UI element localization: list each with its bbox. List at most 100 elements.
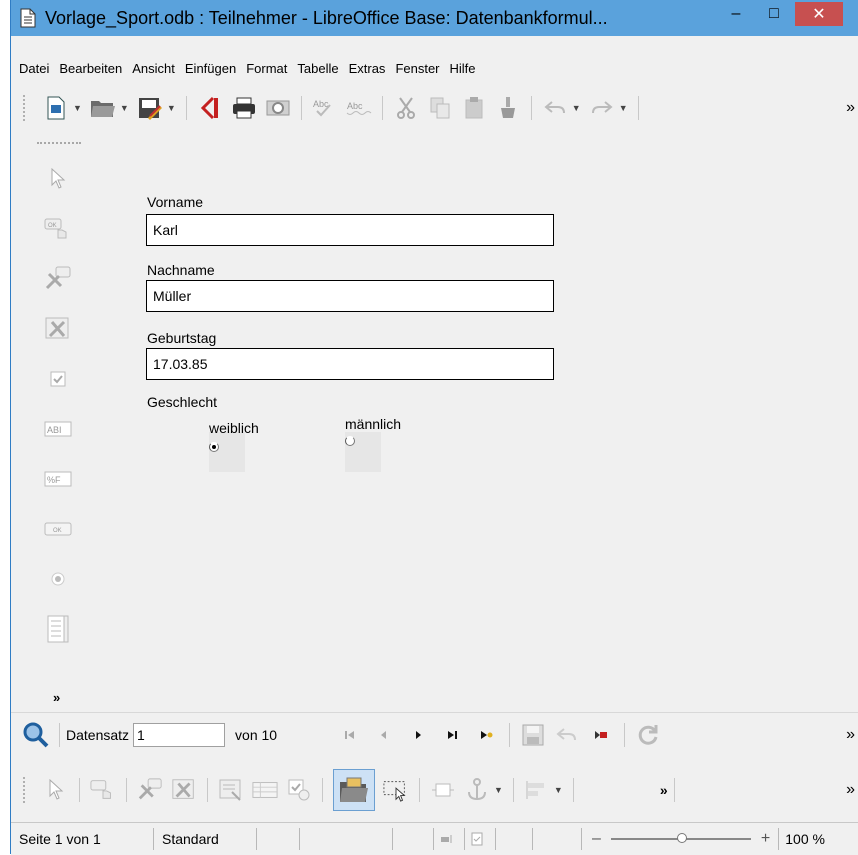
close-button[interactable]: ✕ [795, 2, 843, 26]
form-navigator-icon[interactable] [218, 777, 244, 803]
autospellcheck-icon[interactable]: Abc [346, 95, 372, 121]
add-field-icon[interactable] [252, 777, 278, 803]
paste-icon[interactable] [461, 95, 487, 121]
menu-datei[interactable]: Datei [19, 61, 49, 76]
menu-hilfe[interactable]: Hilfe [450, 61, 476, 76]
menu-einfuegen[interactable]: Einfügen [185, 61, 236, 76]
text-box-control-icon[interactable]: ABI [43, 414, 73, 444]
navbar-overflow-button[interactable]: » [846, 726, 855, 744]
zoom-in-button[interactable]: + [761, 830, 770, 848]
first-record-icon[interactable] [337, 722, 363, 748]
toolbar-grip[interactable] [37, 142, 81, 148]
menu-tabelle[interactable]: Tabelle [297, 61, 338, 76]
svg-text:OK: OK [53, 528, 62, 534]
control-properties-icon[interactable] [43, 264, 73, 294]
last-record-icon[interactable] [439, 722, 465, 748]
toolbar-overflow-button[interactable]: » [846, 99, 855, 117]
automatic-control-focus-icon[interactable] [383, 777, 409, 803]
document-modified-icon [465, 828, 496, 850]
list-box-control-icon[interactable] [43, 614, 73, 644]
print-preview-icon[interactable] [265, 95, 291, 121]
activation-order-icon[interactable] [286, 777, 312, 803]
page-style-status[interactable]: Standard [154, 828, 257, 850]
radio-weiblich-area[interactable] [209, 432, 245, 472]
control-properties-icon[interactable] [137, 777, 163, 803]
undo-dropdown-icon[interactable]: ▼ [572, 103, 581, 113]
layout-icon[interactable] [434, 828, 465, 850]
export-pdf-icon[interactable] [197, 95, 223, 121]
previous-record-icon[interactable] [371, 722, 397, 748]
open-folder-icon[interactable] [90, 95, 116, 121]
copy-icon[interactable] [427, 95, 453, 121]
leftbar-overflow-button[interactable]: » [53, 690, 60, 705]
new-document-icon[interactable] [43, 95, 69, 121]
geburtstag-label: Geburtstag [147, 330, 217, 346]
menu-ansicht[interactable]: Ansicht [132, 61, 175, 76]
clone-formatting-icon[interactable] [495, 95, 521, 121]
select-pointer-icon[interactable] [43, 164, 73, 194]
save-record-icon[interactable] [520, 722, 546, 748]
checkbox-control-icon[interactable] [43, 364, 73, 394]
menu-format[interactable]: Format [246, 61, 287, 76]
geschlecht-label: Geschlecht [147, 394, 218, 410]
undo-record-icon[interactable] [554, 722, 580, 748]
cut-icon[interactable] [393, 95, 419, 121]
form-toolbar-more-button[interactable]: » [846, 781, 855, 799]
zoom-track[interactable] [610, 833, 751, 843]
zoom-handle[interactable] [676, 833, 687, 843]
design-mode-toggle-icon[interactable] [90, 777, 116, 803]
menu-bearbeiten[interactable]: Bearbeiten [59, 61, 122, 76]
form-properties-icon[interactable] [171, 777, 197, 803]
svg-text:ABI: ABI [47, 425, 62, 435]
record-count-label: von 10 [235, 727, 278, 743]
option-button-control-icon[interactable] [43, 564, 73, 594]
zoom-level[interactable]: 100 % [778, 828, 825, 850]
menu-extras[interactable]: Extras [349, 61, 386, 76]
undo-icon[interactable] [542, 95, 568, 121]
design-mode-icon[interactable]: OK [43, 214, 73, 244]
find-record-icon[interactable] [23, 722, 49, 748]
record-number-input[interactable]: 1 [133, 723, 226, 747]
push-button-control-icon[interactable]: OK [43, 514, 73, 544]
print-icon[interactable] [231, 95, 257, 121]
zoom-slider[interactable]: – + [592, 830, 770, 848]
anchor-dropdown-icon[interactable]: ▼ [494, 785, 503, 795]
radio-weiblich[interactable] [209, 442, 219, 452]
radio-maennlich[interactable] [345, 436, 355, 446]
formatted-field-icon[interactable]: %F [43, 464, 73, 494]
redo-dropdown-icon[interactable]: ▼ [619, 103, 628, 113]
open-dropdown-icon[interactable]: ▼ [120, 103, 129, 113]
redo-icon[interactable] [589, 95, 615, 121]
geburtstag-field[interactable]: 17.03.85 [146, 348, 554, 380]
menu-fenster[interactable]: Fenster [395, 61, 439, 76]
anchor-icon[interactable] [464, 777, 490, 803]
new-record-icon[interactable] [473, 722, 499, 748]
toolbar-grip[interactable] [23, 777, 29, 803]
delete-record-icon[interactable] [588, 722, 614, 748]
toolbar-grip[interactable] [23, 95, 29, 121]
position-and-size-icon[interactable] [430, 777, 456, 803]
record-navigation-bar: Datensatz 1 von 10 » [11, 712, 858, 757]
standard-toolbar: ▼ ▼ ▼ Abc Abc ▼ ▼ » [11, 86, 858, 130]
form-toolbar-overflow-button[interactable]: » [660, 782, 668, 798]
selection-mode-status[interactable] [393, 828, 434, 850]
spellcheck-icon[interactable]: Abc [312, 95, 338, 121]
svg-text:OK: OK [48, 223, 57, 229]
minimize-button[interactable]: – [721, 0, 751, 28]
maximize-button[interactable]: □ [759, 0, 789, 28]
select-icon[interactable] [43, 777, 69, 803]
new-dropdown-icon[interactable]: ▼ [73, 103, 82, 113]
zoom-out-button[interactable]: – [592, 830, 601, 848]
align-icon[interactable] [524, 777, 550, 803]
edit-dropdown-icon[interactable]: ▼ [167, 103, 176, 113]
open-in-design-mode-icon[interactable] [333, 769, 375, 811]
nachname-field[interactable]: Müller [146, 280, 554, 312]
edit-file-icon[interactable] [137, 95, 163, 121]
title-bar[interactable]: Vorlage_Sport.odb : Teilnehmer - LibreOf… [11, 0, 858, 36]
form-design-toolbar: ▼ ▼ » » [11, 760, 858, 820]
next-record-icon[interactable] [405, 722, 431, 748]
vorname-field[interactable]: Karl [146, 214, 554, 246]
refresh-icon[interactable] [635, 722, 661, 748]
align-dropdown-icon[interactable]: ▼ [554, 785, 563, 795]
form-properties-icon[interactable] [43, 314, 73, 344]
